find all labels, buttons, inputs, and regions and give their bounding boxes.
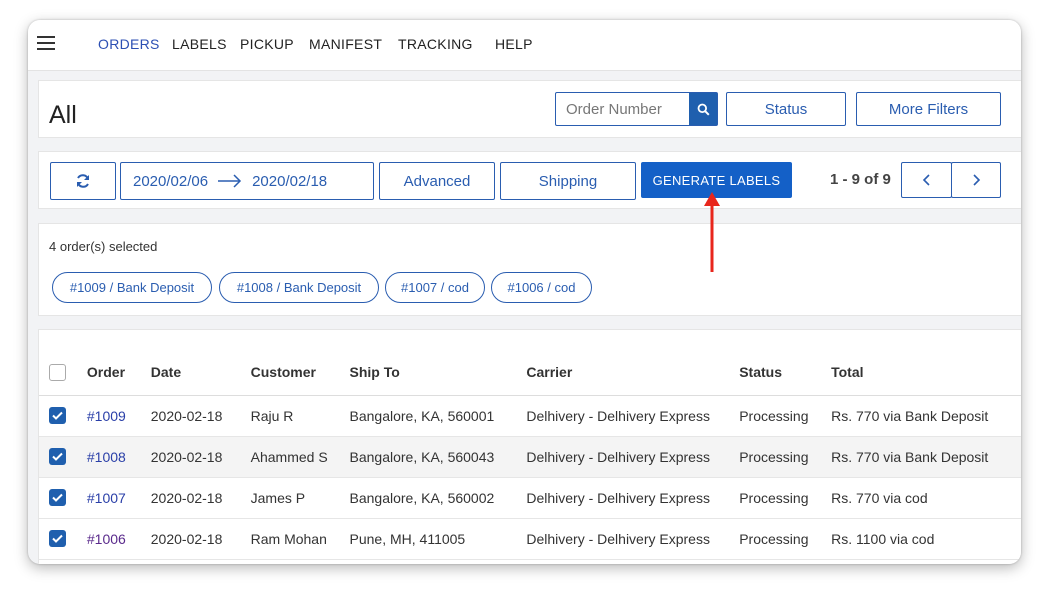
order-date: 2020-02-18 bbox=[150, 395, 251, 437]
next-page-button[interactable] bbox=[951, 162, 1001, 198]
order-link[interactable]: #1009 bbox=[87, 408, 126, 424]
checkmark-icon bbox=[52, 494, 63, 503]
ship-to: Pune, MH, 411005 bbox=[349, 518, 527, 560]
nav-tracking[interactable]: TRACKING bbox=[398, 36, 473, 52]
order-total: Rs. 770 via Bank Deposit bbox=[831, 395, 1021, 437]
hamburger-menu-icon[interactable] bbox=[37, 36, 55, 50]
table-row[interactable]: #1006 2020-02-18 Ram Mohan Pune, MH, 411… bbox=[39, 518, 1021, 560]
carrier: Delhivery - Delhivery Express bbox=[526, 436, 740, 478]
ship-to: Bangalore, KA, 560002 bbox=[349, 477, 527, 519]
row-checkbox[interactable] bbox=[49, 407, 66, 425]
date-to[interactable]: 2020/02/18 bbox=[252, 173, 327, 190]
refresh-icon bbox=[77, 174, 89, 188]
orders-table: Order Date Customer Ship To Carrier Stat… bbox=[39, 349, 1021, 560]
order-link[interactable]: #1007 bbox=[87, 490, 126, 506]
nav-labels[interactable]: LABELS bbox=[172, 36, 227, 52]
carrier: Delhivery - Delhivery Express bbox=[526, 395, 740, 437]
selected-order-chip[interactable]: #1006 / cod bbox=[491, 272, 592, 303]
previous-page-button[interactable] bbox=[901, 162, 952, 198]
table-row[interactable]: #1009 2020-02-18 Raju R Bangalore, KA, 5… bbox=[39, 395, 1021, 437]
row-checkbox[interactable] bbox=[49, 489, 66, 507]
toolbar-panel: 2020/02/06 2020/02/18 Advanced Shipping … bbox=[38, 151, 1021, 209]
nav-pickup[interactable]: PICKUP bbox=[240, 36, 294, 52]
nav-manifest[interactable]: MANIFEST bbox=[309, 36, 382, 52]
order-number-input[interactable] bbox=[556, 93, 689, 125]
order-link[interactable]: #1006 bbox=[87, 531, 126, 547]
carrier: Delhivery - Delhivery Express bbox=[526, 518, 740, 560]
red-arrow-annotation-icon bbox=[704, 192, 720, 272]
order-total: Rs. 1100 via cod bbox=[831, 518, 1021, 560]
order-total: Rs. 770 via cod bbox=[831, 477, 1021, 519]
column-ship-to[interactable]: Ship To bbox=[349, 349, 527, 396]
column-customer[interactable]: Customer bbox=[250, 349, 350, 396]
checkmark-icon bbox=[52, 453, 63, 462]
order-total: Rs. 770 via Bank Deposit bbox=[831, 436, 1021, 478]
table-row[interactable]: #1008 2020-02-18 Ahammed S Bangalore, KA… bbox=[39, 436, 1021, 478]
row-checkbox[interactable] bbox=[49, 448, 66, 466]
nav-help[interactable]: HELP bbox=[495, 36, 533, 52]
customer-name: James P bbox=[250, 477, 350, 519]
date-range-picker[interactable]: 2020/02/06 2020/02/18 bbox=[120, 162, 374, 200]
status-filter-button[interactable]: Status bbox=[726, 92, 846, 126]
checkmark-icon bbox=[52, 535, 63, 544]
carrier: Delhivery - Delhivery Express bbox=[526, 477, 740, 519]
more-filters-button[interactable]: More Filters bbox=[856, 92, 1001, 126]
search-button[interactable] bbox=[689, 93, 717, 125]
selected-order-chip[interactable]: #1009 / Bank Deposit bbox=[52, 272, 212, 303]
select-all-checkbox[interactable] bbox=[49, 363, 66, 381]
chevron-right-icon bbox=[973, 174, 981, 186]
checkmark-icon bbox=[52, 412, 63, 421]
customer-name: Ram Mohan bbox=[250, 518, 350, 560]
nav-orders[interactable]: ORDERS bbox=[98, 36, 160, 52]
arrow-right-icon bbox=[218, 174, 242, 188]
order-status: Processing bbox=[739, 518, 832, 560]
date-from[interactable]: 2020/02/06 bbox=[133, 173, 208, 190]
column-date[interactable]: Date bbox=[150, 349, 251, 396]
column-status[interactable]: Status bbox=[739, 349, 832, 396]
advanced-button[interactable]: Advanced bbox=[379, 162, 495, 200]
order-status: Processing bbox=[739, 436, 832, 478]
column-total[interactable]: Total bbox=[831, 349, 1021, 396]
top-navigation: ORDERS LABELS PICKUP MANIFEST TRACKING H… bbox=[28, 20, 1021, 71]
orders-table-panel: Order Date Customer Ship To Carrier Stat… bbox=[38, 329, 1021, 564]
ship-to: Bangalore, KA, 560001 bbox=[349, 395, 527, 437]
order-search bbox=[555, 92, 718, 126]
order-date: 2020-02-18 bbox=[150, 518, 251, 560]
ship-to: Bangalore, KA, 560043 bbox=[349, 436, 527, 478]
column-order[interactable]: Order bbox=[86, 349, 151, 396]
selected-order-chip[interactable]: #1007 / cod bbox=[385, 272, 485, 303]
table-row[interactable]: #1007 2020-02-18 James P Bangalore, KA, … bbox=[39, 477, 1021, 519]
order-date: 2020-02-18 bbox=[150, 436, 251, 478]
order-link[interactable]: #1008 bbox=[87, 449, 126, 465]
row-checkbox[interactable] bbox=[49, 530, 66, 548]
selected-order-chip[interactable]: #1008 / Bank Deposit bbox=[219, 272, 379, 303]
table-header-row: Order Date Customer Ship To Carrier Stat… bbox=[39, 349, 1021, 396]
header-panel: All Status More Filters bbox=[38, 80, 1021, 138]
customer-name: Ahammed S bbox=[250, 436, 350, 478]
search-icon bbox=[697, 103, 710, 116]
column-carrier[interactable]: Carrier bbox=[526, 349, 740, 396]
customer-name: Raju R bbox=[250, 395, 350, 437]
order-status: Processing bbox=[739, 477, 832, 519]
order-status: Processing bbox=[739, 395, 832, 437]
refresh-button[interactable] bbox=[50, 162, 116, 200]
chevron-left-icon bbox=[922, 174, 930, 186]
selection-panel: 4 order(s) selected #1009 / Bank Deposit… bbox=[38, 223, 1021, 316]
pagination-text: 1 - 9 of 9 bbox=[830, 171, 891, 188]
shipping-button[interactable]: Shipping bbox=[500, 162, 636, 200]
app-window: ORDERS LABELS PICKUP MANIFEST TRACKING H… bbox=[28, 20, 1021, 564]
selected-count: 4 order(s) selected bbox=[49, 239, 158, 254]
order-date: 2020-02-18 bbox=[150, 477, 251, 519]
page-title: All bbox=[49, 101, 77, 129]
